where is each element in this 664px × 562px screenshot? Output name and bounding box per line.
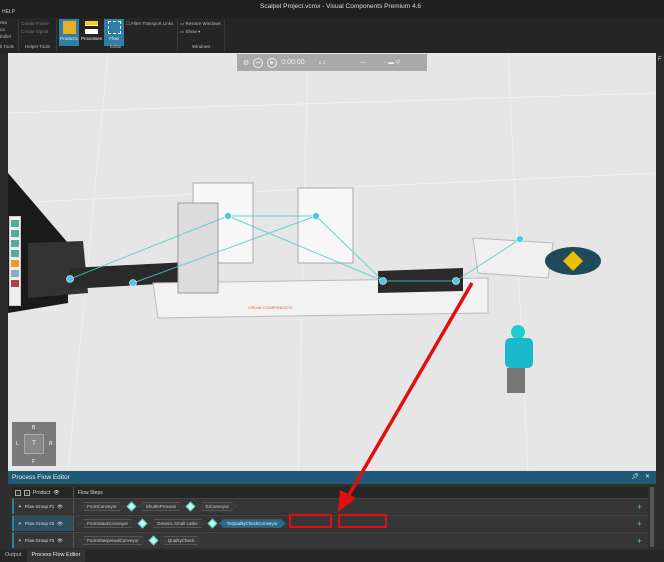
bottom-tabs: Output Process Flow Editor: [0, 550, 664, 562]
annotation-arrow: [338, 282, 474, 512]
tab-process-flow-editor[interactable]: Process Flow Editor: [26, 550, 86, 562]
tab-output[interactable]: Output: [0, 550, 27, 562]
